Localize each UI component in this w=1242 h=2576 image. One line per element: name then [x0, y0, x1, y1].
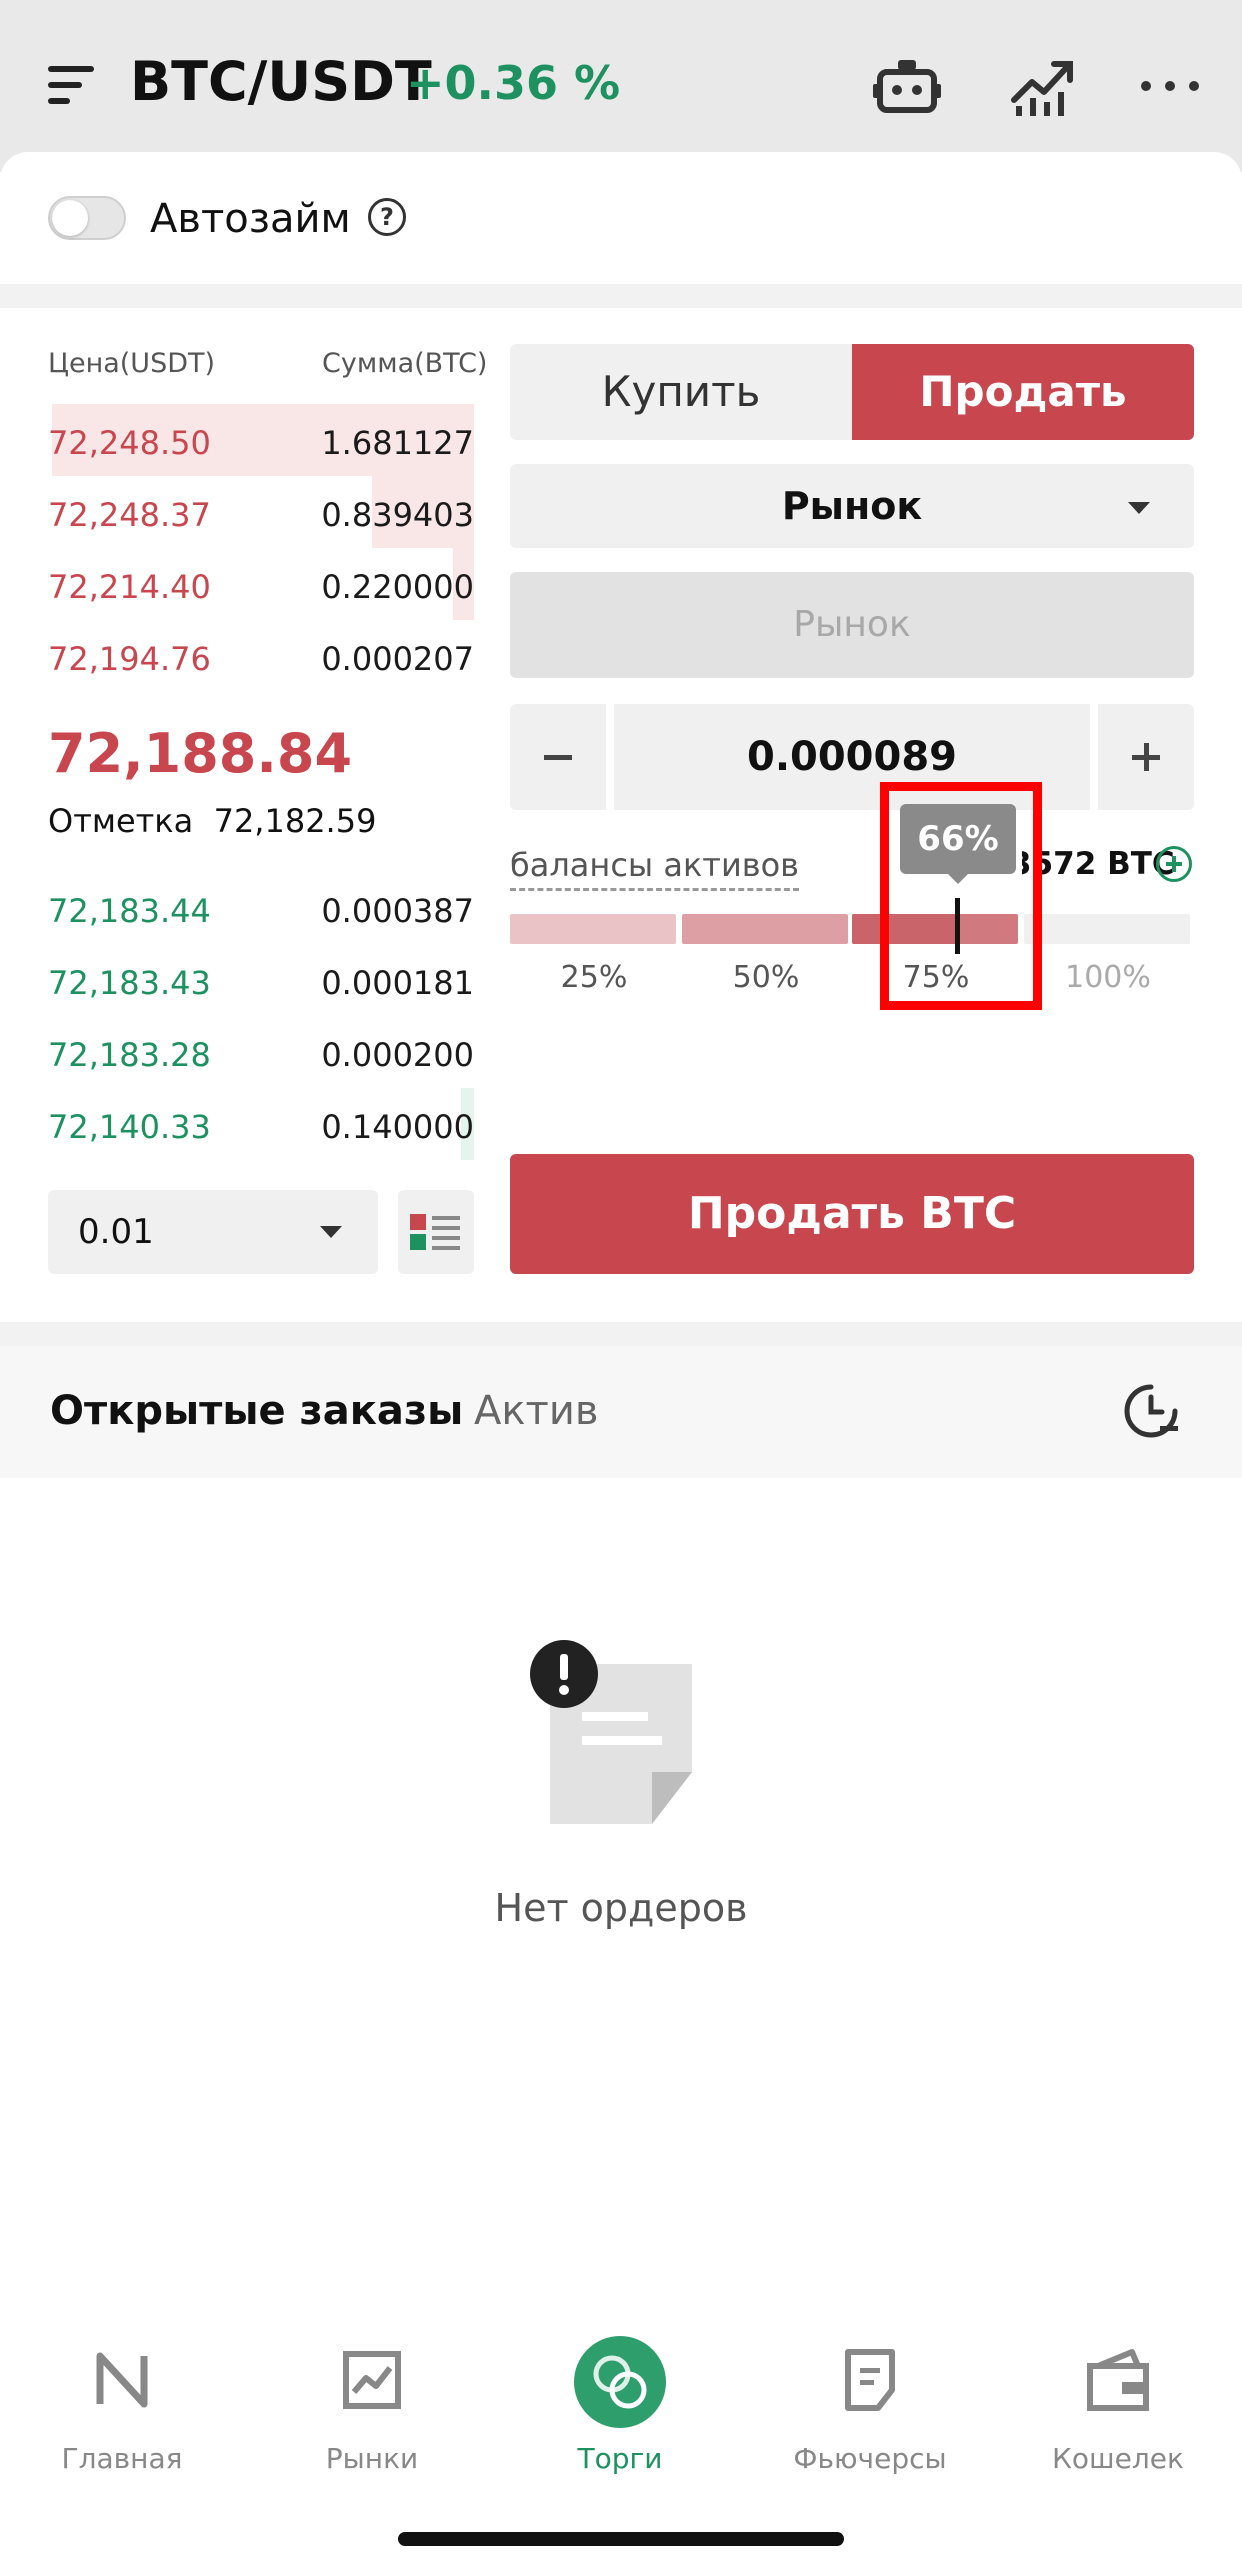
row-price: 72,248.50: [48, 424, 211, 462]
toggle-knob: [52, 200, 88, 236]
tab-open-orders[interactable]: Открытые заказы: [50, 1388, 463, 1434]
help-icon[interactable]: ?: [368, 198, 406, 236]
orderbook-row[interactable]: 72,248.50 1.681127: [48, 404, 474, 476]
quantity-decrease-button[interactable]: [510, 704, 606, 810]
chart-icon[interactable]: [1008, 52, 1078, 122]
row-amount: 0.000387: [321, 892, 474, 930]
row-price: 72,248.37: [48, 496, 211, 534]
orderbook-row[interactable]: 72,183.43 0.000181: [48, 944, 474, 1016]
orderbook-row[interactable]: 72,248.37 0.839403: [48, 476, 474, 548]
home-icon: [96, 2352, 148, 2408]
last-price[interactable]: 72,188.84: [48, 722, 352, 785]
row-price: 72,183.43: [48, 964, 211, 1002]
empty-orders-text: Нет ордеров: [494, 1886, 748, 1930]
slider-segment[interactable]: [682, 914, 848, 944]
minus-icon: [544, 755, 572, 760]
row-price: 72,183.28: [48, 1036, 211, 1074]
row-amount: 0.000200: [321, 1036, 474, 1074]
section-divider: [0, 284, 1242, 308]
tab-buy[interactable]: Купить: [510, 344, 852, 440]
order-type-value: Рынок: [781, 484, 923, 528]
sell-btc-button[interactable]: Продать BTC: [510, 1154, 1194, 1274]
row-amount: 0.000181: [321, 964, 474, 1002]
orderbook-row[interactable]: 72,140.33 0.140000: [48, 1088, 474, 1160]
orderbook-row[interactable]: 72,214.40 0.220000: [48, 548, 474, 620]
row-amount: 0.140000: [321, 1108, 474, 1146]
trade-icon: [574, 2336, 666, 2428]
depth-step-value: 0.01: [78, 1212, 154, 1252]
amount-column-header: Сумма(BTC): [322, 348, 488, 379]
row-amount: 0.220000: [321, 568, 474, 606]
menu-icon[interactable]: [48, 62, 94, 108]
nav-futures-label: Фьючерсы: [793, 2442, 947, 2475]
pair-title[interactable]: BTC/USDT: [130, 50, 432, 113]
depth-step-select[interactable]: 0.01: [48, 1190, 378, 1274]
mark-label: Отметка: [48, 802, 194, 840]
futures-icon: [845, 2349, 895, 2411]
balance-label[interactable]: балансы активов: [510, 846, 800, 891]
orderbook-layout-button[interactable]: [398, 1190, 474, 1274]
row-price: 72,194.76: [48, 640, 211, 678]
more-icon[interactable]: [1136, 52, 1206, 122]
chevron-down-icon: [320, 1226, 342, 1238]
tab-asset[interactable]: Актив: [474, 1388, 598, 1434]
row-amount: 0.839403: [321, 496, 474, 534]
section-divider: [0, 1322, 1242, 1346]
slider-segment[interactable]: [510, 914, 676, 944]
highlight-box: [880, 782, 1042, 1010]
row-amount: 1.681127: [321, 424, 474, 462]
markets-icon: [343, 2351, 401, 2409]
plus-icon-vertical: [1144, 743, 1149, 771]
mark-price: 72,182.59: [213, 802, 377, 840]
orderbook-row[interactable]: 72,194.76 0.000207: [48, 620, 474, 692]
row-price: 72,183.44: [48, 892, 211, 930]
slider-mark-label[interactable]: 50%: [706, 960, 826, 995]
chevron-down-icon: [1128, 502, 1150, 514]
price-change: +0.36 %: [406, 56, 621, 110]
orderbook-row[interactable]: 72,183.28 0.000200: [48, 1016, 474, 1088]
wallet-icon: [1087, 2349, 1149, 2411]
slider-segment[interactable]: [1024, 914, 1190, 944]
row-price: 72,214.40: [48, 568, 211, 606]
nav-trade-label: Торги: [577, 2442, 663, 2475]
slider-mark-label[interactable]: 25%: [534, 960, 654, 995]
autoloan-label: Автозайм: [150, 196, 351, 242]
order-type-select[interactable]: Рынок: [510, 464, 1194, 548]
row-price: 72,140.33: [48, 1108, 211, 1146]
slider-mark-label[interactable]: 100%: [1048, 960, 1168, 995]
home-indicator: [398, 2532, 844, 2546]
nav-wallet-label: Кошелек: [1052, 2442, 1184, 2475]
robot-icon[interactable]: [872, 52, 942, 122]
orderbook-row[interactable]: 72,183.44 0.000387: [48, 872, 474, 944]
layout-icon: [410, 1214, 460, 1250]
empty-document-icon: [530, 1640, 692, 1824]
nav-home-label: Главная: [61, 2442, 183, 2475]
quantity-increase-button[interactable]: [1098, 704, 1194, 810]
price-column-header: Цена(USDT): [48, 348, 216, 379]
price-input[interactable]: Рынок: [510, 572, 1194, 678]
history-icon[interactable]: [1122, 1382, 1180, 1440]
nav-markets-label: Рынки: [325, 2442, 419, 2475]
mark-price-row: Отметка 72,182.59: [48, 802, 376, 840]
row-amount: 0.000207: [321, 640, 474, 678]
add-balance-icon[interactable]: [1156, 846, 1192, 882]
tab-sell[interactable]: Продать: [852, 344, 1194, 440]
autoloan-toggle[interactable]: [48, 196, 126, 240]
